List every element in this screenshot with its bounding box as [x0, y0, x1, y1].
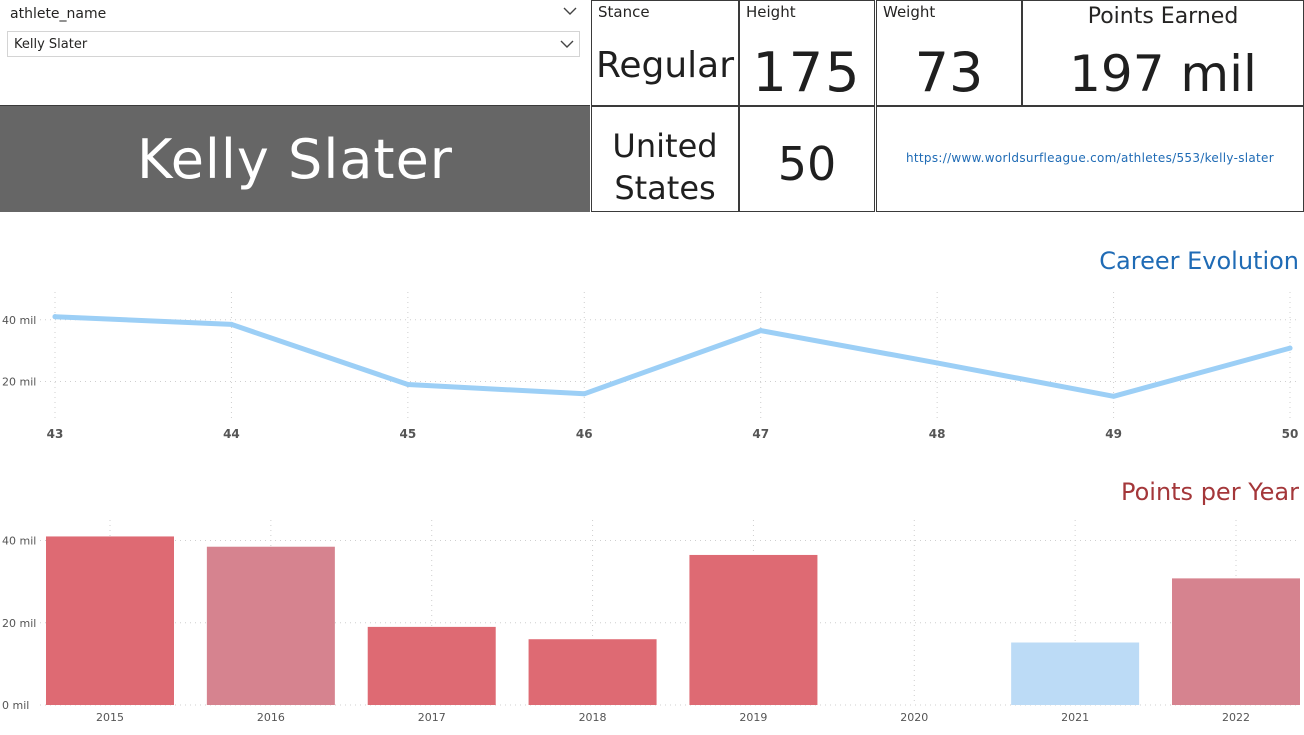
x-tick-label: 2021 — [1061, 711, 1089, 724]
line-point — [1111, 393, 1117, 399]
athlete-slicer: athlete_name Kelly Slater — [0, 0, 590, 106]
athlete-dropdown[interactable]: Kelly Slater — [7, 31, 580, 57]
x-tick-label: 49 — [1105, 427, 1122, 441]
height-card: Height 175 — [739, 0, 875, 106]
x-tick-label: 2022 — [1222, 711, 1250, 724]
points-earned-label: Points Earned — [1087, 4, 1239, 29]
bar-2017 — [367, 626, 496, 705]
x-tick-label: 2017 — [418, 711, 446, 724]
slicer-title: athlete_name — [10, 6, 107, 22]
points-earned-value: 197 mil — [1069, 45, 1257, 103]
career-evolution-title: Career Evolution — [1099, 247, 1299, 275]
athlete-name: Kelly Slater — [136, 127, 454, 191]
bar-2018 — [528, 639, 657, 705]
line-point — [1287, 345, 1293, 351]
x-tick-label: 46 — [576, 427, 593, 441]
line-point — [581, 391, 587, 397]
x-tick-label: 2018 — [579, 711, 607, 724]
points-earned-card: Points Earned 197 mil — [1022, 0, 1304, 106]
country-value: United States — [592, 125, 738, 209]
career-line-series — [52, 314, 1293, 399]
bar-2022 — [1172, 578, 1300, 705]
chevron-down-icon[interactable] — [559, 36, 575, 52]
bar-2019 — [689, 554, 818, 705]
profile-url-card: https://www.worldsurfleague.com/athletes… — [876, 106, 1304, 212]
y-tick-label: 40 mil — [2, 535, 36, 548]
stance-label: Stance — [598, 3, 650, 21]
slicer-selected-value: Kelly Slater — [14, 37, 88, 52]
age-value: 50 — [777, 137, 837, 191]
x-tick-label: 47 — [752, 427, 769, 441]
bar-2015 — [46, 536, 174, 705]
x-tick-label: 43 — [47, 427, 64, 441]
profile-url-link[interactable]: https://www.worldsurfleague.com/athletes… — [877, 151, 1303, 165]
weight-label: Weight — [883, 3, 936, 21]
points-per-year-title: Points per Year — [1120, 478, 1299, 506]
athlete-name-banner: Kelly Slater — [0, 106, 590, 212]
x-tick-label: 48 — [929, 427, 946, 441]
age-card: 50 — [739, 106, 875, 212]
weight-card: Weight 73 — [876, 0, 1022, 106]
line-point — [934, 360, 940, 366]
bar-2016 — [206, 546, 335, 705]
x-tick-label: 50 — [1282, 427, 1299, 441]
x-tick-label: 2019 — [739, 711, 767, 724]
height-label: Height — [746, 3, 796, 21]
country-line-1: United — [612, 127, 718, 165]
country-card: United States — [591, 106, 739, 212]
line-point — [52, 314, 58, 320]
x-tick-label: 44 — [223, 427, 240, 441]
y-tick-label: 20 mil — [2, 617, 36, 630]
line-point — [405, 382, 411, 388]
y-tick-label: 20 mil — [2, 375, 36, 388]
x-tick-label: 2020 — [900, 711, 928, 724]
stance-value: Regular — [595, 45, 735, 86]
y-tick-label: 0 mil — [2, 699, 29, 712]
x-tick-label: 2016 — [257, 711, 285, 724]
y-tick-label: 40 mil — [2, 314, 36, 327]
points-per-year-chart: 0 mil 20 mil 40 mil 2015 2016 2017 2018 2019 202… — [2, 520, 1300, 724]
line-point — [228, 321, 234, 327]
height-value: 175 — [752, 41, 862, 104]
career-evolution-chart: 43 44 45 46 47 48 49 50 20 mil 40 mil — [2, 292, 1300, 441]
weight-value: 73 — [914, 41, 984, 104]
line-point — [758, 328, 764, 334]
country-line-2: States — [614, 169, 716, 207]
x-tick-label: 2015 — [96, 711, 124, 724]
bar-2021 — [1011, 642, 1140, 705]
chevron-down-icon[interactable] — [562, 3, 578, 19]
x-tick-label: 45 — [400, 427, 417, 441]
stance-card: Stance Regular — [591, 0, 739, 106]
